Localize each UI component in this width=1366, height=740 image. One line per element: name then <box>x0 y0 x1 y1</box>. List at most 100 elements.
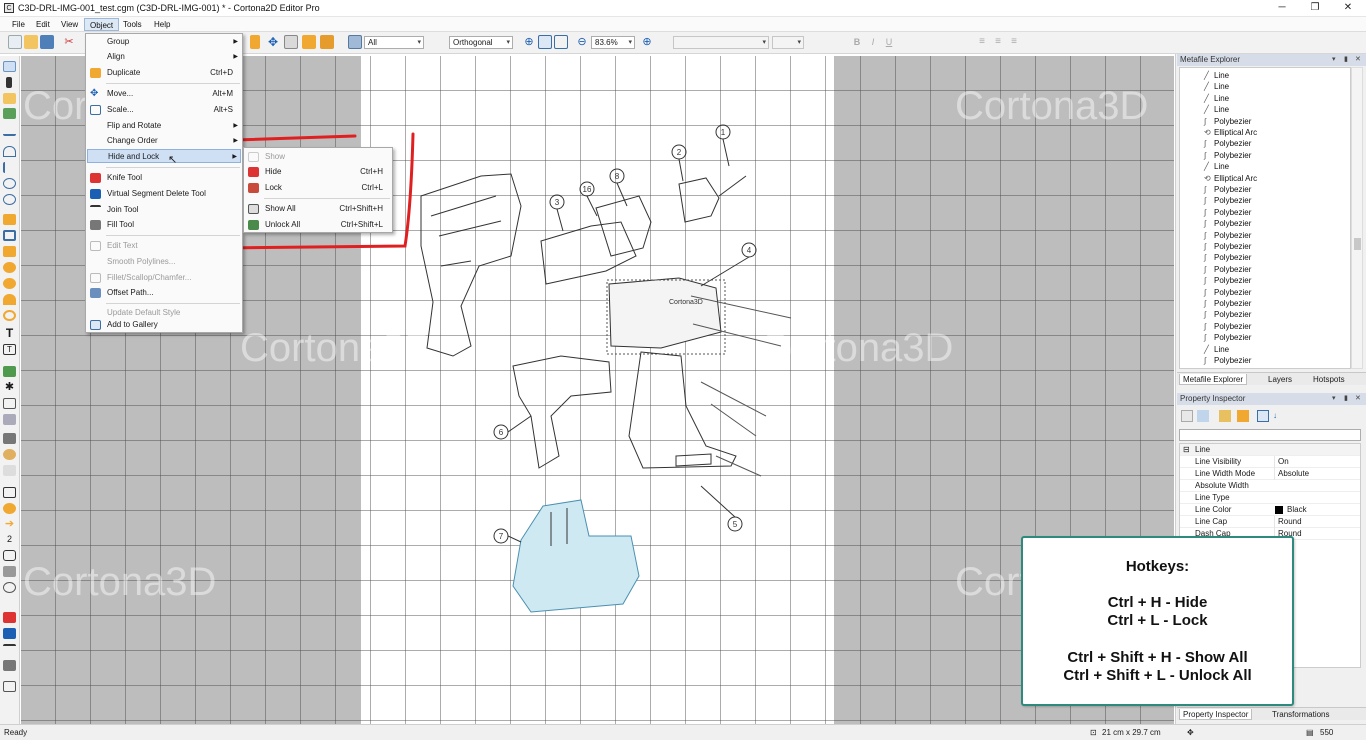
menu-item-hide-lock[interactable]: Hide and Lock ▶ <box>87 149 241 163</box>
tree-item[interactable]: ∫ Polybezier <box>1204 355 1251 366</box>
menu-view[interactable]: View <box>56 18 83 31</box>
maximize-icon[interactable]: ❐ <box>1298 0 1332 17</box>
tree-item[interactable]: ∫ Polybezier <box>1204 241 1251 252</box>
tree-scrollbar[interactable] <box>1351 67 1363 369</box>
property-row[interactable]: Line Width Mode Absolute <box>1180 468 1360 480</box>
tree-item[interactable]: ∫ Polybezier <box>1204 264 1251 275</box>
metafile-tree[interactable]: ╱ Line ╱ Line ╱ Line ╱ Line ∫ Polybezier ⟲ Elliptic… <box>1179 67 1351 369</box>
tree-item[interactable]: ∫ Polybezier <box>1204 309 1251 320</box>
table-tool-icon[interactable] <box>3 398 16 409</box>
zoom-in-icon[interactable]: ⊕ <box>640 35 654 49</box>
align-right-icon[interactable]: ≡ <box>1007 35 1021 49</box>
tree-item[interactable]: ∫ Polybezier <box>1204 116 1251 127</box>
pin-icon[interactable]: ▾ <box>1332 54 1336 66</box>
numbering-tool-icon[interactable]: 2 <box>3 534 16 545</box>
battery-pack[interactable] <box>512 499 640 613</box>
menu-item-align[interactable]: Align ▶ <box>87 50 241 64</box>
tree-item[interactable]: ∫ Polybezier <box>1204 218 1251 229</box>
hotspot-tool-icon[interactable] <box>3 503 16 514</box>
tree-item[interactable]: ╱ Line <box>1204 93 1229 104</box>
join-tool-icon[interactable] <box>3 644 16 655</box>
tab-layers[interactable]: Layers <box>1265 374 1295 385</box>
autohide-icon[interactable]: ▮ <box>1344 393 1348 405</box>
tree-item[interactable]: ∫ Polybezier <box>1204 207 1251 218</box>
props-filter-icon[interactable] <box>1219 410 1231 422</box>
tree-item[interactable]: ∫ Polybezier <box>1204 321 1251 332</box>
drill-housing-left[interactable] <box>420 173 522 357</box>
eraser-tool-icon[interactable] <box>3 465 16 476</box>
move-icon[interactable]: ✥ <box>266 35 280 49</box>
autohide-icon[interactable]: ▮ <box>1344 54 1348 66</box>
property-row[interactable]: Line Cap Round <box>1180 516 1360 528</box>
ellipse-tool-icon[interactable] <box>3 278 16 289</box>
knife-tool-icon[interactable] <box>3 612 16 623</box>
property-row[interactable]: Absolute Width <box>1180 480 1360 492</box>
font-family-combo[interactable] <box>673 36 769 49</box>
ungroup-icon[interactable] <box>320 35 334 49</box>
symbol-tool-icon[interactable] <box>3 414 16 425</box>
property-group-header[interactable]: ⊟ Line <box>1180 444 1360 456</box>
close-icon[interactable]: ✕ <box>1331 0 1365 17</box>
tree-item[interactable]: ⟲ Elliptical Arc <box>1204 127 1257 138</box>
text-frame-tool-icon[interactable]: T <box>3 344 16 355</box>
tree-item[interactable]: ∫ Polybezier <box>1204 332 1251 343</box>
property-row[interactable]: Line Visibility On <box>1180 456 1360 468</box>
scrollbar-thumb[interactable] <box>1354 238 1361 250</box>
polyline-tool-icon[interactable] <box>3 162 16 173</box>
menu-item-smooth-polylines[interactable]: Smooth Polylines... <box>87 255 241 269</box>
balloon-tool-icon[interactable] <box>3 550 16 561</box>
tab-hotspots[interactable]: Hotspots <box>1310 374 1348 385</box>
text-tool-icon[interactable]: T <box>3 327 16 339</box>
menu-item-flip-rotate[interactable]: Flip and Rotate ▶ <box>87 119 241 133</box>
menu-tools[interactable]: Tools <box>118 18 147 31</box>
menu-help[interactable]: Help <box>149 18 175 31</box>
menu-item-add-to-gallery[interactable]: Add to Gallery <box>87 318 241 332</box>
pin-icon[interactable]: ▾ <box>1332 393 1336 405</box>
bold-icon[interactable]: B <box>850 35 864 49</box>
italic-icon[interactable]: I <box>866 35 880 49</box>
ellipse-arc-tool-icon[interactable] <box>3 194 16 205</box>
rectangle-tool-icon[interactable] <box>3 246 16 257</box>
menu-item-move[interactable]: ✥ Move... Alt+M <box>87 87 241 101</box>
menu-item-change-order[interactable]: Change Order ▶ <box>87 134 241 148</box>
close-panel-icon[interactable]: ✕ <box>1355 54 1361 66</box>
tree-item[interactable]: ∫ Polybezier <box>1204 138 1251 149</box>
fill-tool-icon[interactable] <box>3 660 16 671</box>
zoom-out-icon[interactable]: ⊖ <box>575 35 589 49</box>
menu-item-knife-tool[interactable]: Knife Tool <box>87 171 241 185</box>
arrange-icon[interactable] <box>250 35 260 49</box>
font-size-combo[interactable] <box>772 36 804 49</box>
tab-transformations[interactable]: Transformations <box>1269 709 1333 720</box>
menu-item-offset-path[interactable]: Offset Path... <box>87 286 241 300</box>
transform-icon[interactable] <box>284 35 298 49</box>
zoom-page-icon[interactable] <box>554 35 568 49</box>
menu-item-fillet[interactable]: Fillet/Scallop/Chamfer... <box>87 271 241 285</box>
arrow-tool-icon[interactable]: ➔ <box>3 519 16 530</box>
tree-item[interactable]: ∫ Polybezier <box>1204 195 1251 206</box>
tab-property-inspector[interactable]: Property Inspector <box>1179 709 1253 720</box>
tree-item[interactable]: ╱ Line <box>1204 161 1229 172</box>
callout-tool-icon[interactable] <box>3 487 16 498</box>
image-tool-icon[interactable] <box>3 366 16 377</box>
tree-item[interactable]: ⟲ Elliptical Arc <box>1204 173 1257 184</box>
circle-tool-icon[interactable] <box>3 262 16 273</box>
scale-tool-icon[interactable] <box>3 230 16 241</box>
eyedropper-tool-icon[interactable] <box>3 449 16 460</box>
tree-item[interactable]: ╱ Line <box>1204 70 1229 81</box>
menu-file[interactable]: File <box>7 18 30 31</box>
direct-select-tool-icon[interactable] <box>6 77 12 88</box>
segment-delete-tool-icon[interactable] <box>3 628 16 639</box>
shape-tool-icon[interactable] <box>3 214 16 225</box>
dimension-tool-icon[interactable] <box>3 566 16 577</box>
tree-item[interactable]: ∫ Polybezier <box>1204 184 1251 195</box>
chuck-assembly[interactable] <box>540 175 747 285</box>
pie-tool-icon[interactable] <box>3 294 16 305</box>
object-selector-combo[interactable] <box>1179 429 1361 441</box>
menu-edit[interactable]: Edit <box>31 18 55 31</box>
paint-bucket-icon[interactable] <box>3 433 16 444</box>
tree-item[interactable]: ∫ Polybezier <box>1204 275 1251 286</box>
submenu-item-unlock-all[interactable]: Unlock All Ctrl+Shift+L <box>245 218 391 232</box>
menu-item-duplicate[interactable]: Duplicate Ctrl+D <box>87 66 241 80</box>
select-filter-icon[interactable] <box>348 35 362 49</box>
submenu-item-show[interactable]: Show <box>245 150 391 164</box>
